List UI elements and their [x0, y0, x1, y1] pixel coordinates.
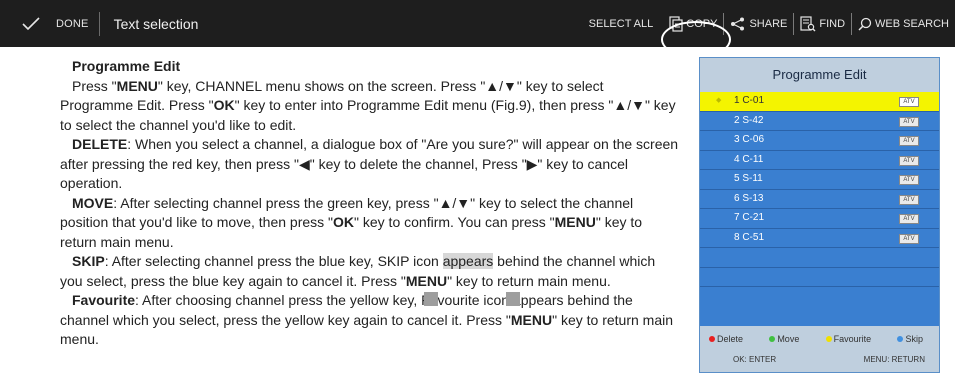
legend-skip: Skip — [897, 334, 923, 344]
text-run: " key to return main menu. — [447, 272, 611, 289]
share-button[interactable]: SHARE — [724, 0, 793, 47]
atv-badge: ATV — [899, 233, 919, 244]
blue-dot-icon — [897, 336, 904, 342]
ok-enter-hint: OK: ENTER — [733, 355, 777, 364]
atv-badge: ATV — [899, 175, 919, 185]
copy-label: COPY — [686, 17, 718, 30]
channel-row: ◆ 1 C-01 ATV — [700, 92, 939, 112]
paragraph-programme-edit: Press "MENU" key, CHANNEL menu shows on … — [60, 77, 680, 136]
selection-arrow-icon: ◆ — [716, 97, 722, 104]
channel-row: 7 C-21 ATV — [700, 209, 939, 229]
copy-highlight-wrapper: COPY — [661, 15, 732, 58]
atv-badge: ATV — [899, 194, 919, 205]
bold-keyword: MENU — [554, 214, 596, 230]
action-bar-title: Text selection — [113, 15, 199, 32]
atv-badge: ATV — [899, 116, 919, 127]
legend-move: Move — [769, 334, 799, 344]
text-run: " key to confirm. You can press " — [354, 214, 555, 230]
color-key-legend: Delete Move Favourite Skip — [700, 326, 939, 344]
copy-button[interactable]: COPY — [663, 15, 723, 32]
paragraph-favourite: Favourite: After choosing channel press … — [60, 291, 680, 350]
text-run: : When you select a channel, a dialogue … — [60, 136, 679, 191]
channel-row: 2 S-42 ATV — [700, 112, 939, 131]
paragraph-skip: SKIP: After selecting channel press the … — [60, 252, 680, 291]
select-all-label: SELECT ALL — [588, 17, 654, 30]
selection-start-handle[interactable] — [424, 292, 438, 306]
bold-keyword: MENU — [510, 311, 553, 328]
channel-row: 6 S-13 ATV — [700, 190, 939, 209]
web-search-button[interactable]: WEB SEARCH — [852, 0, 955, 47]
web-search-label: WEB SEARCH — [875, 17, 949, 30]
programme-edit-menu-figure: Programme Edit ◆ 1 C-01 ATV 2 S-42 ATV 3 C-06… — [699, 57, 940, 373]
find-button[interactable]: FIND — [794, 0, 851, 47]
channel-label: 1 C-01 — [734, 95, 765, 106]
channel-row: 5 S-11 ATV — [700, 170, 939, 190]
bold-keyword: OK — [333, 214, 355, 230]
text-selection-action-bar: DONE Text selection SELECT ALL COPY SHAR… — [0, 0, 955, 58]
legend-label: Delete — [717, 334, 744, 344]
find-in-page-icon — [800, 15, 816, 31]
bold-keyword: Favourite — [72, 292, 136, 308]
menu-return-hint: MENU: RETURN — [863, 355, 925, 364]
find-label: FIND — [819, 17, 846, 30]
done-button[interactable]: DONE — [0, 0, 99, 47]
atv-badge: ATV — [899, 214, 919, 224]
selection-end-handle[interactable] — [506, 292, 520, 306]
text-run: Press " — [72, 77, 117, 94]
select-all-button[interactable]: SELECT ALL — [583, 0, 664, 47]
bold-keyword: MOVE — [72, 194, 114, 211]
green-dot-icon — [769, 336, 776, 342]
channel-row: 8 C-51 ATV — [700, 229, 939, 248]
bold-keyword: DELETE — [72, 136, 128, 152]
selected-text[interactable]: appears — [442, 253, 494, 269]
bold-keyword: OK — [213, 97, 235, 113]
legend-label: Skip — [905, 334, 923, 344]
tv-menu-title: Programme Edit — [700, 58, 939, 92]
channel-label: 7 C-21 — [734, 212, 765, 223]
channel-label: 8 C-51 — [734, 231, 765, 243]
channel-label: 5 S-11 — [734, 173, 763, 184]
channel-list: ◆ 1 C-01 ATV 2 S-42 ATV 3 C-06 ATV 4 C-11 ATV 5 S… — [700, 92, 939, 287]
red-dot-icon — [709, 336, 715, 342]
atv-badge: ATV — [899, 97, 919, 107]
checkmark-icon — [22, 16, 40, 30]
yellow-dot-icon — [825, 336, 832, 342]
copy-icon — [669, 15, 683, 32]
footer-key-hints: OK: ENTER MENU: RETURN — [700, 344, 939, 364]
text-run: : After selecting channel press the blue… — [104, 253, 443, 269]
paragraph-move: MOVE: After selecting channel press the … — [60, 194, 680, 253]
channel-label: 3 C-06 — [734, 134, 765, 145]
legend-label: Move — [777, 334, 800, 344]
share-label: SHARE — [749, 17, 788, 30]
share-icon — [731, 17, 745, 30]
paragraph-delete: DELETE: When you select a channel, a dia… — [60, 135, 680, 194]
empty-channel-row — [700, 248, 939, 268]
legend-delete: Delete — [709, 334, 743, 344]
empty-channel-row — [700, 268, 939, 287]
bold-keyword: SKIP — [72, 253, 105, 269]
document-text: Programme Edit Press "MENU" key, CHANNEL… — [60, 57, 680, 350]
section-heading: Programme Edit — [72, 58, 181, 74]
legend-favourite: Favourite — [825, 334, 872, 344]
bold-keyword: MENU — [116, 77, 158, 94]
atv-badge: ATV — [899, 136, 919, 146]
channel-row: 3 C-06 ATV — [700, 131, 939, 151]
channel-label: 2 S-42 — [734, 114, 764, 126]
channel-row: 4 C-11 ATV — [700, 151, 939, 170]
channel-label: 4 C-11 — [734, 153, 764, 165]
legend-label: Favourite — [833, 334, 872, 344]
toolbar-actions: SELECT ALL COPY SHARE FIND WEB SEARCH — [583, 0, 955, 58]
atv-badge: ATV — [899, 155, 919, 166]
bold-keyword: MENU — [405, 272, 448, 289]
channel-label: 6 S-13 — [734, 192, 764, 204]
search-icon — [858, 17, 872, 31]
tv-menu-footer: Delete Move Favourite Skip OK: ENTER MEN… — [700, 326, 939, 372]
done-label: DONE — [56, 17, 89, 30]
